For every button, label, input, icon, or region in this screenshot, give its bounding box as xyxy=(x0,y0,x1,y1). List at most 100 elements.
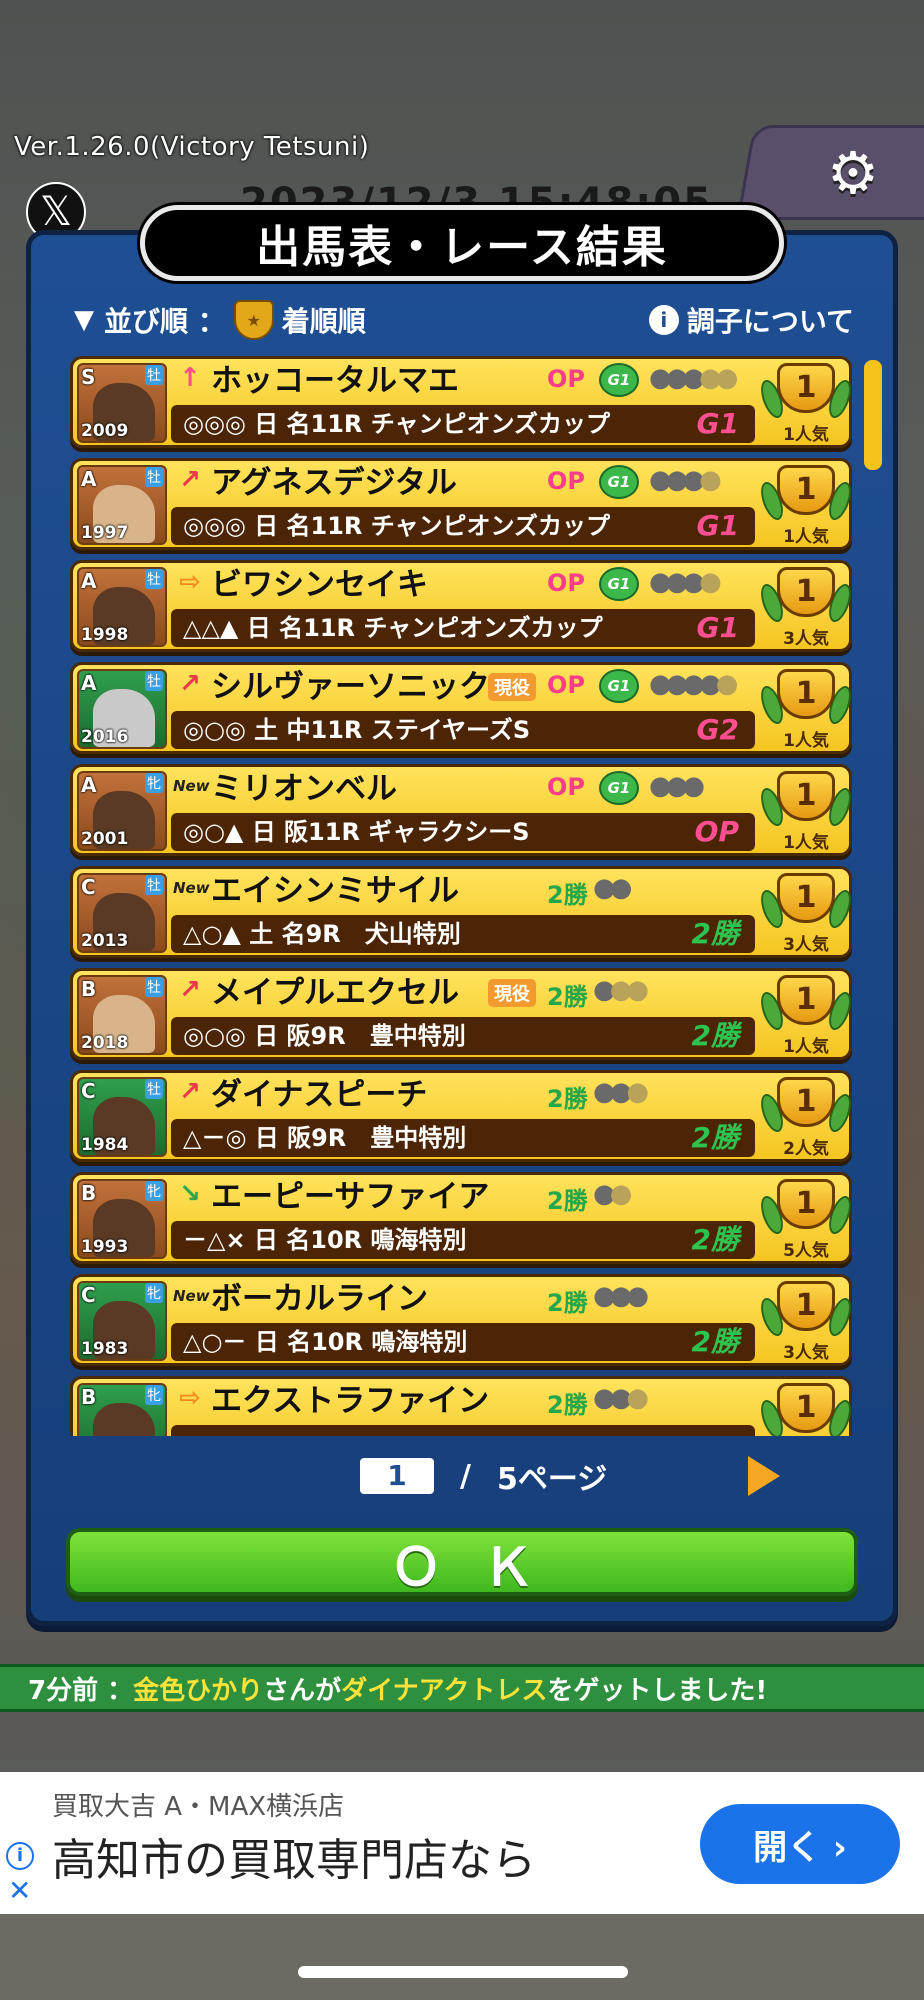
horse-row[interactable]: A 牡 1997 ↗ アグネスデジタル OP G1 ●●●● ◎◎◎ 日 名11… xyxy=(70,458,856,550)
trophy-icon: ★ xyxy=(233,300,274,340)
trophy-icon: 1 xyxy=(777,567,835,617)
horse-portrait[interactable]: A 牝 2001 xyxy=(77,771,167,851)
horse-rank: A xyxy=(81,671,97,695)
horse-portrait[interactable]: A 牡 1997 xyxy=(77,465,167,545)
horse-row[interactable]: A 牡 1998 ⇨ ビワシンセイキ OP G1 ●●●● △△▲ 日 名11R… xyxy=(70,560,856,652)
finish-trophy: 1 1人気 xyxy=(756,361,856,445)
horse-row[interactable]: B 牡 2018 ↗ メイプルエクセル 現役 2勝 ●●● ◎○◎ 日 阪9R … xyxy=(70,968,856,1060)
horse-row[interactable]: C 牡 1984 ↗ ダイナスピーチ 2勝 ●●● △－◎ 日 阪9R 豊中特別… xyxy=(70,1070,856,1162)
horseshoe-rating: ●●● xyxy=(593,1281,649,1315)
horse-rank: B xyxy=(81,1181,97,1205)
horse-class: OP xyxy=(547,365,585,393)
page-separator: / xyxy=(460,1458,471,1494)
condition-info-label: 調子について xyxy=(686,305,854,338)
horse-portrait[interactable]: B 牝 xyxy=(77,1383,167,1436)
horse-rank: A xyxy=(81,773,97,797)
race-result-bar xyxy=(171,1425,755,1436)
horse-portrait[interactable]: A 牡 2016 xyxy=(77,669,167,749)
trophy-icon: 1 xyxy=(777,363,835,413)
shoe-off-icon: ● xyxy=(626,975,649,1005)
shoe-on-icon: ● xyxy=(593,1179,616,1209)
sort-dropdown-icon[interactable]: ▼ xyxy=(74,305,94,335)
news-user: 金色ひかり xyxy=(133,1675,264,1706)
horse-row[interactable]: S 牡 2009 ↑ ホッコータルマエ OP G1 ●●●●● ◎◎◎ 日 名1… xyxy=(70,356,856,448)
horse-sex: 牡 xyxy=(145,1079,163,1099)
horse-list[interactable]: S 牡 2009 ↑ ホッコータルマエ OP G1 ●●●●● ◎◎◎ 日 名1… xyxy=(70,356,860,1436)
horse-row[interactable]: C 牝 1983 New ボーカルライン 2勝 ●●● △○－ 日 名10R 鳴… xyxy=(70,1274,856,1366)
shoe-on-icon: ● xyxy=(682,363,705,393)
trophy-icon: 1 xyxy=(777,1383,835,1433)
horse-portrait[interactable]: B 牡 2018 xyxy=(77,975,167,1055)
version-label: Ver.1.26.0(Victory Tetsuni) xyxy=(14,132,370,162)
race-result-text: ◎○▲ 日 阪11R ギャラクシーS xyxy=(183,818,530,846)
horse-year: 1998 xyxy=(81,625,129,645)
trophy-icon: 1 xyxy=(777,771,835,821)
ad-info-icon[interactable]: i xyxy=(6,1842,34,1870)
shoe-off-icon: ● xyxy=(699,465,722,495)
shoe-on-icon: ● xyxy=(665,363,689,393)
horse-name: エクストラファイン xyxy=(211,1383,490,1419)
page-input[interactable]: 1 xyxy=(360,1458,434,1494)
horse-sex: 牡 xyxy=(145,467,163,487)
trophy-icon: 1 xyxy=(777,669,835,719)
shoe-off-icon: ● xyxy=(699,567,722,597)
race-grade: 2勝 xyxy=(691,917,739,950)
horse-portrait[interactable]: A 牡 1998 xyxy=(77,567,167,647)
horse-name: ミリオンベル xyxy=(211,771,397,807)
ad-banner[interactable]: 買取大吉 A・MAX横浜店 高知市の買取専門店なら 開く › i ✕ xyxy=(0,1772,924,1914)
shoe-on-icon: ● xyxy=(593,975,616,1005)
shoe-off-icon: ● xyxy=(626,1077,649,1107)
horse-portrait[interactable]: C 牡 2013 xyxy=(77,873,167,953)
horse-rank: B xyxy=(81,1385,97,1409)
horse-row[interactable]: A 牡 2016 ↗ シルヴァーソニック 現役 OP G1 ●●●●● ◎○◎ … xyxy=(70,662,856,754)
list-scrollbar[interactable] xyxy=(864,360,882,470)
popularity-label: 1人気 xyxy=(783,425,829,445)
race-result-bar: △○－ 日 名10R 鳴海特別 2勝 xyxy=(171,1323,755,1361)
race-result-text: △－◎ 日 阪9R 豊中特別 xyxy=(183,1124,467,1152)
horse-portrait[interactable]: B 牝 1993 xyxy=(77,1179,167,1259)
shoe-on-icon: ● xyxy=(665,669,689,699)
popularity-label: 3人気 xyxy=(783,935,829,955)
horse-portrait[interactable]: C 牝 1983 xyxy=(77,1281,167,1361)
g1-laurel-icon: G1 xyxy=(599,465,639,499)
horse-portrait[interactable]: S 牡 2009 xyxy=(77,363,167,443)
horse-portrait[interactable]: C 牡 1984 xyxy=(77,1077,167,1157)
horse-row[interactable]: C 牡 2013 New エイシンミサイル 2勝 ●● △○▲ 土 名9R 犬山… xyxy=(70,866,856,958)
horseshoe-rating: ●●● xyxy=(649,771,705,805)
shoe-on-icon: ● xyxy=(682,669,705,699)
sort-value[interactable]: 着順順 xyxy=(282,300,366,340)
condition-arrow-icon: ⇨ xyxy=(179,567,201,597)
condition-info-link[interactable]: i 調子について xyxy=(648,300,854,340)
race-result-bar: ◎○▲ 日 阪11R ギャラクシーS OP xyxy=(171,813,755,851)
bottom-area xyxy=(0,1914,924,2000)
horseshoe-rating: ●●● xyxy=(593,1077,649,1111)
gear-icon[interactable]: ⚙ xyxy=(820,140,886,206)
ad-subtitle: 買取大吉 A・MAX横浜店 xyxy=(52,1792,345,1822)
home-indicator[interactable] xyxy=(298,1966,628,1978)
horse-sex: 牝 xyxy=(145,773,163,793)
race-result-bar: △－◎ 日 阪9R 豊中特別 2勝 xyxy=(171,1119,755,1157)
new-badge: New xyxy=(173,1287,210,1305)
ok-button[interactable]: ＯＫ xyxy=(66,1528,858,1598)
ad-open-button[interactable]: 開く › xyxy=(700,1804,900,1884)
horse-name: アグネスデジタル xyxy=(211,465,457,501)
condition-arrow-icon: ↘ xyxy=(179,1179,201,1209)
race-result-bar: ◎○◎ 日 阪9R 豊中特別 2勝 xyxy=(171,1017,755,1055)
horseshoe-rating: ●● xyxy=(593,1179,632,1213)
horse-class: 2勝 xyxy=(547,1391,588,1419)
race-result-bar: △△▲ 日 名11R チャンピオンズカップ G1 xyxy=(171,609,755,647)
trophy-icon: 1 xyxy=(777,975,835,1025)
horse-row[interactable]: A 牝 2001 New ミリオンベル OP G1 ●●● ◎○▲ 日 阪11R… xyxy=(70,764,856,856)
race-grade: 2勝 xyxy=(691,1223,739,1256)
race-result-bar: ◎◎◎ 日 名11R チャンピオンズカップ G1 xyxy=(171,405,755,443)
next-page-icon[interactable] xyxy=(748,1456,780,1496)
horseshoe-rating: ●●● xyxy=(593,975,649,1009)
ad-close-icon[interactable]: ✕ xyxy=(8,1874,31,1907)
shoe-off-icon: ● xyxy=(715,669,739,699)
horse-class: 2勝 xyxy=(547,1085,588,1113)
horse-row[interactable]: B 牝 1993 ↘ エーピーサファイア 2勝 ●● －△× 日 名10R 鳴海… xyxy=(70,1172,856,1264)
horse-year: 1983 xyxy=(81,1339,129,1359)
new-badge: New xyxy=(173,777,210,795)
popularity-label: 1人気 xyxy=(783,731,829,751)
horse-row[interactable]: B 牝 ⇨ エクストラファイン 2勝 ●●● 1 xyxy=(70,1376,856,1436)
